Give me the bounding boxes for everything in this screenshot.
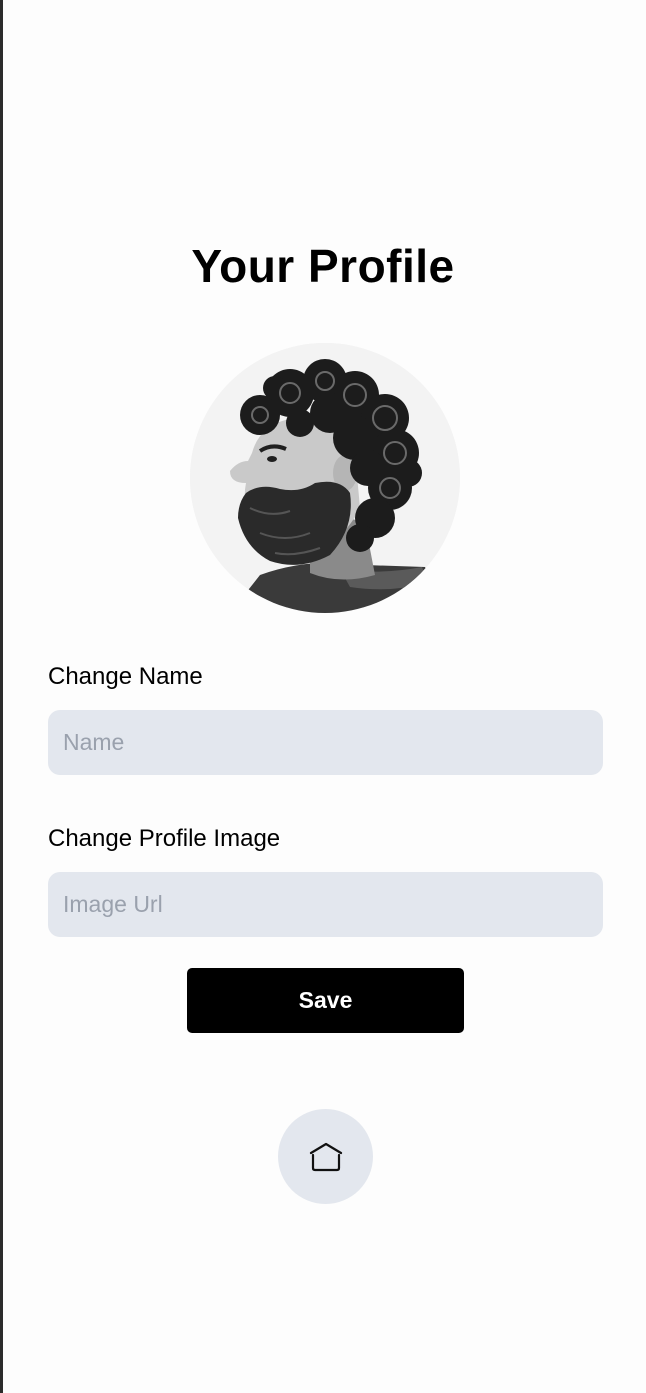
image-url-input[interactable] (48, 872, 603, 937)
home-button[interactable] (278, 1109, 373, 1204)
change-name-label: Change Name (48, 663, 203, 690)
change-profile-image-label: Change Profile Image (48, 825, 281, 852)
home-icon (309, 1141, 343, 1173)
avatar (190, 343, 460, 613)
page-title: Your Profile (191, 240, 455, 292)
save-button[interactable]: Save (187, 968, 464, 1033)
name-input[interactable] (48, 710, 603, 775)
window-edge (0, 0, 3, 1393)
avatar-photo (190, 343, 460, 613)
